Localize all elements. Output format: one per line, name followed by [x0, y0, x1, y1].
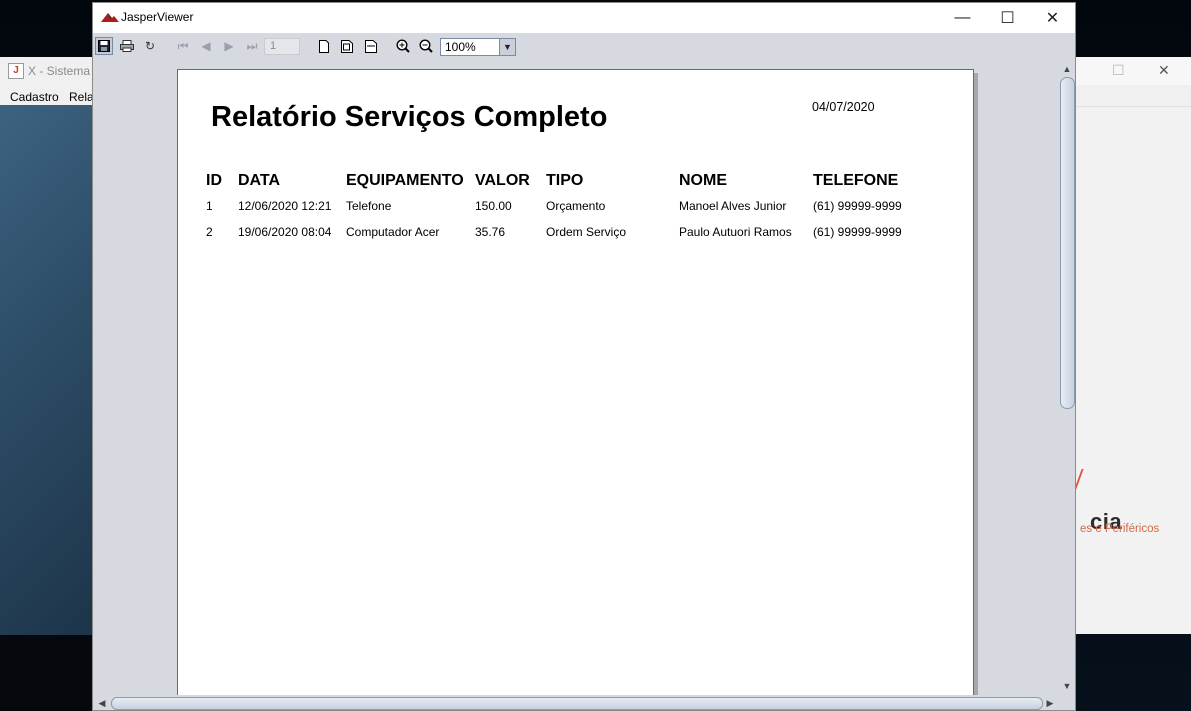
- cell-equipamento: Computador Acer: [346, 225, 440, 239]
- zoom-value: 100%: [445, 40, 476, 54]
- cell-equipamento: Telefone: [346, 199, 392, 213]
- fit-width-icon[interactable]: [362, 37, 380, 55]
- background-app-title: J X - Sistema: [8, 63, 90, 79]
- report-date: 04/07/2020: [812, 100, 875, 114]
- last-page-icon[interactable]: ⏭: [243, 37, 261, 55]
- column-header-equipamento: EQUIPAMENTO: [346, 172, 464, 189]
- jasper-logo-icon: [101, 13, 119, 22]
- cell-tipo: Ordem Serviço: [546, 225, 627, 239]
- background-app-content: [1076, 109, 1191, 634]
- column-header-tipo: TIPO: [546, 172, 584, 189]
- first-page-icon[interactable]: ⏮: [174, 37, 192, 55]
- scroll-left-icon[interactable]: ◀: [95, 696, 109, 710]
- close-button[interactable]: ✕: [1030, 3, 1075, 33]
- background-app-titlebar: ☐ ✕: [1076, 57, 1191, 85]
- zoom-in-icon[interactable]: [394, 37, 412, 55]
- close-icon[interactable]: ✕: [1158, 62, 1170, 79]
- maximize-button[interactable]: ☐: [985, 3, 1030, 33]
- cell-data: 19/06/2020 08:04: [238, 225, 332, 239]
- cell-telefone: (61) 99999-9999: [813, 199, 902, 213]
- cell-valor: 35.76: [475, 225, 506, 239]
- column-header-nome: NOME: [679, 172, 727, 189]
- report-viewport[interactable]: Relatório Serviços Completo 04/07/2020 I…: [93, 61, 1059, 695]
- background-app-menubar: Cadastro Rela: [0, 87, 100, 105]
- horizontal-scroll-thumb[interactable]: [111, 697, 1043, 710]
- vertical-scrollbar[interactable]: ▲ ▼: [1059, 61, 1075, 695]
- report-title: Relatório Serviços Completo: [211, 101, 608, 133]
- cell-id: 2: [206, 225, 213, 239]
- cell-data: 12/06/2020 12:21: [238, 199, 332, 213]
- window-title: JasperViewer: [121, 10, 194, 24]
- zoom-select[interactable]: 100% ▼: [440, 38, 516, 56]
- menu-relatorio[interactable]: Rela: [69, 90, 94, 104]
- java-icon: J: [8, 63, 24, 79]
- zoom-out-icon[interactable]: [417, 37, 435, 55]
- background-app-window-right[interactable]: ☐ ✕ cia es e Periféricos: [1074, 57, 1191, 634]
- minimize-button[interactable]: —: [940, 3, 985, 33]
- print-icon[interactable]: [118, 37, 136, 55]
- fit-page-icon[interactable]: [338, 37, 356, 55]
- save-icon[interactable]: [95, 37, 113, 55]
- column-header-telefone: TELEFONE: [813, 172, 899, 189]
- scroll-right-icon[interactable]: ▶: [1043, 696, 1057, 710]
- cell-telefone: (61) 99999-9999: [813, 225, 902, 239]
- horizontal-scrollbar[interactable]: ◀ ▶: [93, 695, 1059, 710]
- scroll-down-icon[interactable]: ▼: [1060, 679, 1074, 693]
- reload-icon[interactable]: ↻: [141, 37, 159, 55]
- taskbar-area: [0, 635, 100, 711]
- menu-cadastro[interactable]: Cadastro: [10, 90, 59, 104]
- background-app-window[interactable]: J X - Sistema Cadastro Rela: [0, 57, 100, 105]
- page-number-input[interactable]: 1: [264, 38, 300, 55]
- column-header-id: ID: [206, 172, 222, 189]
- column-header-data: DATA: [238, 172, 281, 189]
- cell-nome: Manoel Alves Junior: [679, 199, 787, 213]
- jasperviewer-window: JasperViewer — ☐ ✕ ↻ ⏮ ◀ ▶ ⏭ 1 100% ▼ Re…: [92, 2, 1076, 711]
- cell-valor: 150.00: [475, 199, 512, 213]
- cell-nome: Paulo Autuori Ramos: [679, 225, 792, 239]
- logo-subtitle: es e Periféricos: [1080, 523, 1160, 535]
- vertical-scroll-thumb[interactable]: [1060, 77, 1075, 409]
- viewer-toolbar: ↻ ⏮ ◀ ▶ ⏭ 1 100% ▼: [93, 33, 1075, 60]
- cell-id: 1: [206, 199, 213, 213]
- background-app-menubar-right: [1076, 85, 1191, 107]
- maximize-icon[interactable]: ☐: [1112, 62, 1125, 79]
- report-page: Relatório Serviços Completo 04/07/2020 I…: [177, 69, 974, 695]
- window-titlebar[interactable]: JasperViewer — ☐ ✕: [93, 3, 1075, 33]
- cell-tipo: Orçamento: [546, 199, 606, 213]
- scroll-up-icon[interactable]: ▲: [1060, 62, 1074, 76]
- next-page-icon[interactable]: ▶: [220, 37, 238, 55]
- previous-page-icon[interactable]: ◀: [197, 37, 215, 55]
- desktop-wallpaper: [0, 105, 100, 635]
- actual-size-icon[interactable]: [315, 37, 333, 55]
- chevron-down-icon[interactable]: ▼: [499, 39, 515, 55]
- column-header-valor: VALOR: [475, 172, 530, 189]
